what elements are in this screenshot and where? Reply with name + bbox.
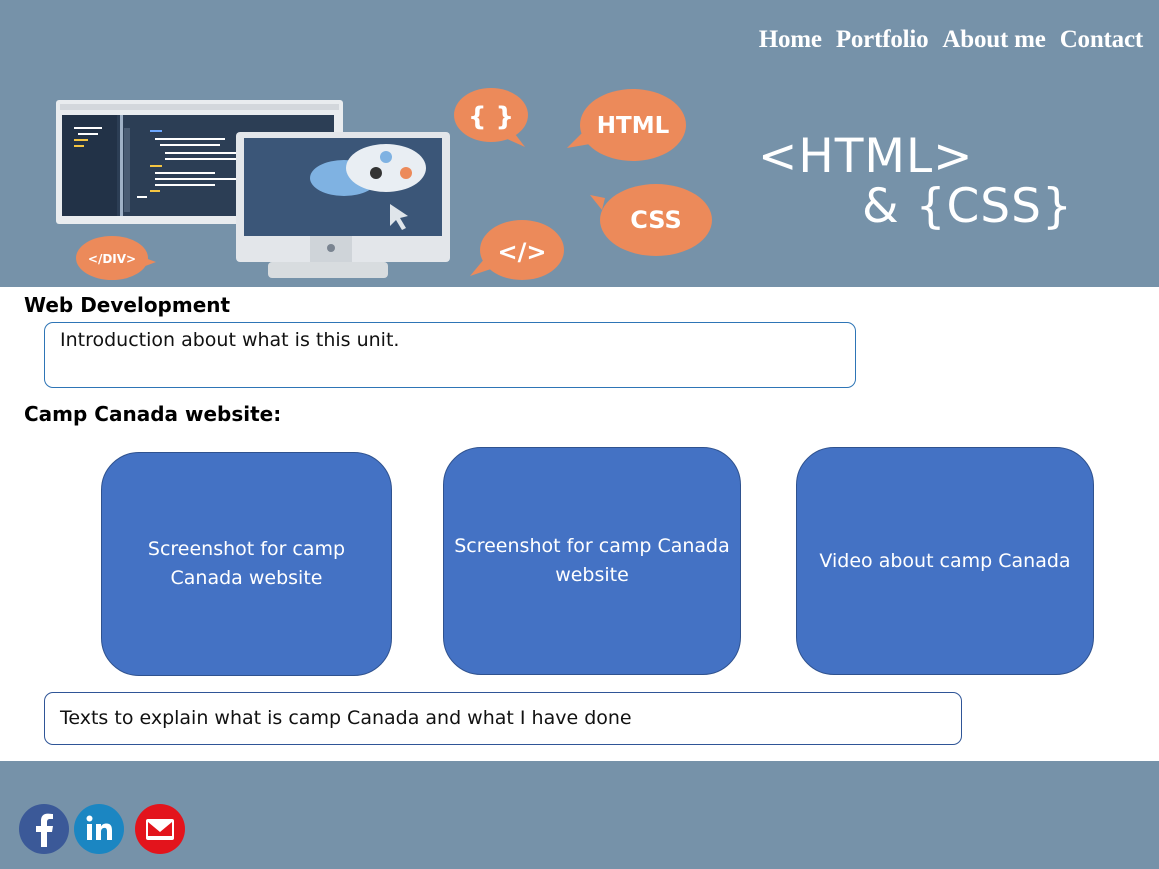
linkedin-icon[interactable] (73, 803, 125, 855)
svg-text:</DIV>: </DIV> (88, 252, 136, 266)
card-1-line2: Canada website (170, 567, 323, 589)
nav-about-link[interactable]: About me (942, 26, 1045, 54)
intro-text-box: Introduction about what is this unit. (44, 322, 856, 388)
desktop-monitor-icon (236, 132, 450, 278)
css-bubble-icon: CSS (590, 184, 712, 256)
svg-text:</>: </> (498, 238, 547, 266)
screenshot-card-2[interactable]: Screenshot for camp Canada website (443, 447, 741, 675)
card-1-line1: Screenshot for camp (147, 538, 346, 560)
email-icon[interactable] (134, 803, 186, 855)
svg-text:CSS: CSS (630, 206, 682, 234)
header-banner: Home Portfolio About me Contact {} HTML… (0, 0, 1159, 287)
svg-text:{ }: { } (468, 102, 514, 132)
top-nav: Home Portfolio About me Contact (759, 26, 1143, 54)
banner-title: <HTML> & {CSS} (758, 132, 1073, 232)
web-development-heading: Web Development (24, 293, 231, 317)
facebook-icon[interactable] (18, 803, 70, 855)
nav-portfolio-link[interactable]: Portfolio (836, 26, 929, 54)
nav-contact-link[interactable]: Contact (1060, 26, 1144, 54)
camp-canada-heading: Camp Canada website: (24, 402, 282, 426)
footer (0, 761, 1159, 869)
banner-illustration: { } HTML CSS </> </DIV> (56, 88, 712, 280)
banner-title-html: <HTML> (758, 129, 974, 184)
html-bubble-icon: HTML (567, 89, 686, 161)
explain-text: Texts to explain what is camp Canada and… (60, 707, 632, 729)
div-bubble-icon: </DIV> (76, 236, 156, 280)
nav-home-link[interactable]: Home (759, 26, 822, 54)
screenshot-card-1[interactable]: Screenshot for camp Canada website (101, 452, 392, 676)
intro-text: Introduction about what is this unit. (60, 329, 400, 351)
braces-bubble-icon: { } (454, 88, 528, 147)
explain-text-box: Texts to explain what is camp Canada and… (44, 692, 962, 745)
banner-title-css: & {CSS} (862, 179, 1073, 234)
svg-text:HTML: HTML (597, 113, 670, 139)
card-2-line2: website (555, 564, 629, 586)
card-2-line1: Screenshot for camp Canada (454, 535, 730, 557)
close-tag-bubble-icon: </> (470, 220, 564, 280)
card-3-line1: Video about camp Canada (819, 549, 1071, 572)
video-card[interactable]: Video about camp Canada (796, 447, 1094, 675)
